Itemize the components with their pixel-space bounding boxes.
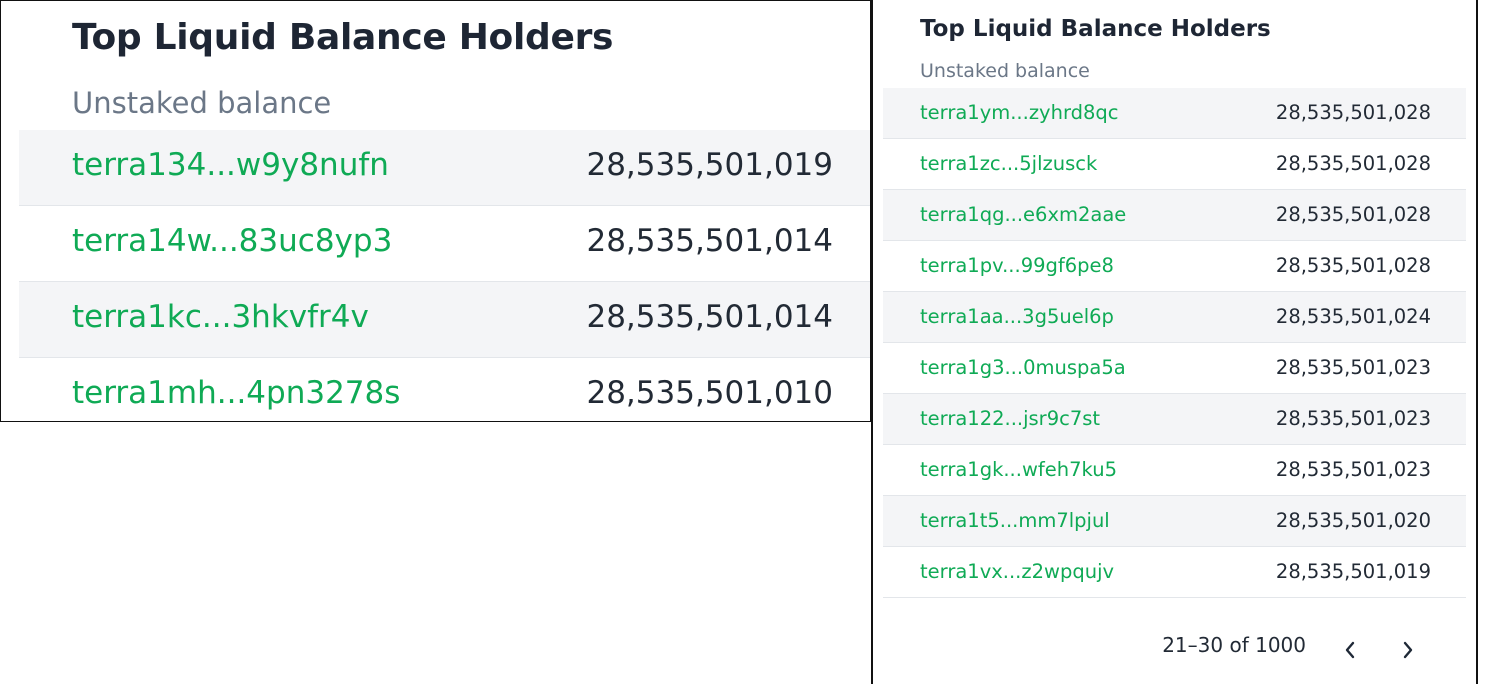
table-row: terra14w...83uc8yp3 28,535,501,014: [19, 206, 870, 282]
balance-value: 28,535,501,028: [1275, 152, 1431, 175]
table-row: terra1g3...0muspa5a 28,535,501,023: [883, 343, 1466, 394]
balance-value: 28,535,501,023: [1275, 458, 1431, 481]
holders-list: terra134...w9y8nufn 28,535,501,019 terra…: [19, 130, 870, 421]
prev-page-button[interactable]: [1332, 626, 1368, 664]
next-page-button[interactable]: [1390, 626, 1426, 664]
address-link[interactable]: terra134...w9y8nufn: [72, 147, 389, 183]
table-row: terra1gk...wfeh7ku5 28,535,501,023: [883, 445, 1466, 496]
panel-title: Top Liquid Balance Holders: [72, 17, 614, 58]
balance-value: 28,535,501,014: [586, 223, 833, 259]
holders-list: terra1ym...zyhrd8qc 28,535,501,028 terra…: [883, 88, 1466, 598]
table-row: terra1pv...99gf6pe8 28,535,501,028: [883, 241, 1466, 292]
address-link[interactable]: terra122...jsr9c7st: [920, 407, 1100, 430]
table-row: terra134...w9y8nufn 28,535,501,019: [19, 130, 870, 206]
chevron-right-icon: [1403, 641, 1413, 659]
table-row: terra1ym...zyhrd8qc 28,535,501,028: [883, 88, 1466, 139]
address-link[interactable]: terra1aa...3g5uel6p: [920, 305, 1114, 328]
balance-value: 28,535,501,019: [586, 147, 833, 183]
holders-panel-zoomed: Top Liquid Balance Holders Unstaked bala…: [0, 0, 871, 422]
table-row: terra1qg...e6xm2aae 28,535,501,028: [883, 190, 1466, 241]
address-link[interactable]: terra1vx...z2wpqujv: [920, 560, 1114, 583]
balance-value: 28,535,501,020: [1275, 509, 1431, 532]
address-link[interactable]: terra1t5...mm7lpjul: [920, 509, 1110, 532]
table-row: terra1mh...4pn3278s 28,535,501,010: [19, 358, 870, 421]
table-row: terra1kc...3hkvfr4v 28,535,501,014: [19, 282, 870, 358]
balance-value: 28,535,501,010: [586, 375, 833, 411]
panel-title: Top Liquid Balance Holders: [920, 16, 1271, 42]
panel-subtitle: Unstaked balance: [920, 60, 1090, 82]
table-row: terra1t5...mm7lpjul 28,535,501,020: [883, 496, 1466, 547]
address-link[interactable]: terra1g3...0muspa5a: [920, 356, 1126, 379]
balance-value: 28,535,501,024: [1275, 305, 1431, 328]
balance-value: 28,535,501,023: [1275, 356, 1431, 379]
balance-value: 28,535,501,019: [1275, 560, 1431, 583]
address-link[interactable]: terra1ym...zyhrd8qc: [920, 101, 1119, 124]
address-link[interactable]: terra1gk...wfeh7ku5: [920, 458, 1117, 481]
balance-value: 28,535,501,023: [1275, 407, 1431, 430]
chevron-left-icon: [1345, 641, 1355, 659]
address-link[interactable]: terra1mh...4pn3278s: [72, 375, 400, 411]
balance-value: 28,535,501,028: [1275, 101, 1431, 124]
panel-subtitle: Unstaked balance: [72, 86, 332, 120]
address-link[interactable]: terra1kc...3hkvfr4v: [72, 299, 369, 335]
balance-value: 28,535,501,014: [586, 299, 833, 335]
table-row: terra122...jsr9c7st 28,535,501,023: [883, 394, 1466, 445]
table-row: terra1aa...3g5uel6p 28,535,501,024: [883, 292, 1466, 343]
holders-panel: Top Liquid Balance Holders Unstaked bala…: [871, 0, 1478, 684]
address-link[interactable]: terra1zc...5jlzusck: [920, 152, 1097, 175]
balance-value: 28,535,501,028: [1275, 254, 1431, 277]
table-row: terra1zc...5jlzusck 28,535,501,028: [883, 139, 1466, 190]
address-link[interactable]: terra1pv...99gf6pe8: [920, 254, 1114, 277]
pagination-range: 21–30 of 1000: [1162, 633, 1306, 657]
address-link[interactable]: terra1qg...e6xm2aae: [920, 203, 1126, 226]
balance-value: 28,535,501,028: [1275, 203, 1431, 226]
table-row: terra1vx...z2wpqujv 28,535,501,019: [883, 547, 1466, 598]
address-link[interactable]: terra14w...83uc8yp3: [72, 223, 392, 259]
pagination: 21–30 of 1000: [873, 626, 1456, 666]
